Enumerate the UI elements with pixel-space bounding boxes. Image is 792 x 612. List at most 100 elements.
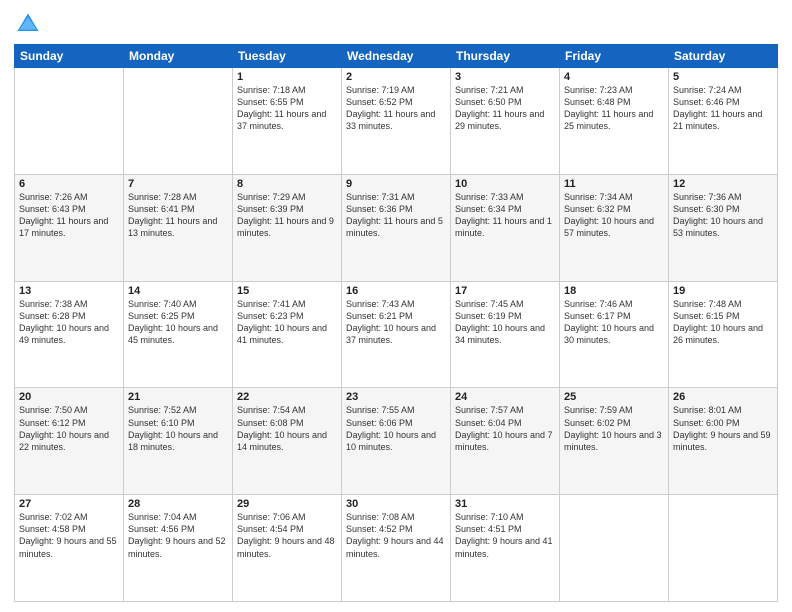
cell-info: Sunrise: 7:36 AMSunset: 6:30 PMDaylight:… <box>673 191 773 240</box>
calendar-cell: 21Sunrise: 7:52 AMSunset: 6:10 PMDayligh… <box>124 388 233 495</box>
day-number: 30 <box>346 498 446 510</box>
cell-info: Sunrise: 7:34 AMSunset: 6:32 PMDaylight:… <box>564 191 664 240</box>
day-number: 31 <box>455 498 555 510</box>
day-number: 5 <box>673 71 773 83</box>
calendar-cell: 11Sunrise: 7:34 AMSunset: 6:32 PMDayligh… <box>560 174 669 281</box>
day-number: 24 <box>455 391 555 403</box>
calendar-cell: 30Sunrise: 7:08 AMSunset: 4:52 PMDayligh… <box>342 495 451 602</box>
day-number: 6 <box>19 178 119 190</box>
header <box>14 10 778 38</box>
cell-info: Sunrise: 7:26 AMSunset: 6:43 PMDaylight:… <box>19 191 119 240</box>
cell-info: Sunrise: 7:33 AMSunset: 6:34 PMDaylight:… <box>455 191 555 240</box>
calendar-cell: 10Sunrise: 7:33 AMSunset: 6:34 PMDayligh… <box>451 174 560 281</box>
calendar-cell <box>15 68 124 175</box>
calendar-cell: 17Sunrise: 7:45 AMSunset: 6:19 PMDayligh… <box>451 281 560 388</box>
cell-info: Sunrise: 7:23 AMSunset: 6:48 PMDaylight:… <box>564 84 664 133</box>
day-number: 19 <box>673 285 773 297</box>
calendar-cell <box>669 495 778 602</box>
cell-info: Sunrise: 8:01 AMSunset: 6:00 PMDaylight:… <box>673 404 773 453</box>
cell-info: Sunrise: 7:43 AMSunset: 6:21 PMDaylight:… <box>346 298 446 347</box>
weekday-header-friday: Friday <box>560 45 669 68</box>
calendar-cell: 6Sunrise: 7:26 AMSunset: 6:43 PMDaylight… <box>15 174 124 281</box>
day-number: 27 <box>19 498 119 510</box>
cell-info: Sunrise: 7:40 AMSunset: 6:25 PMDaylight:… <box>128 298 228 347</box>
cell-info: Sunrise: 7:50 AMSunset: 6:12 PMDaylight:… <box>19 404 119 453</box>
calendar-cell: 25Sunrise: 7:59 AMSunset: 6:02 PMDayligh… <box>560 388 669 495</box>
cell-info: Sunrise: 7:10 AMSunset: 4:51 PMDaylight:… <box>455 511 555 560</box>
calendar-cell: 26Sunrise: 8:01 AMSunset: 6:00 PMDayligh… <box>669 388 778 495</box>
calendar-cell: 7Sunrise: 7:28 AMSunset: 6:41 PMDaylight… <box>124 174 233 281</box>
day-number: 2 <box>346 71 446 83</box>
calendar-cell: 1Sunrise: 7:18 AMSunset: 6:55 PMDaylight… <box>233 68 342 175</box>
weekday-header-tuesday: Tuesday <box>233 45 342 68</box>
day-number: 13 <box>19 285 119 297</box>
cell-info: Sunrise: 7:28 AMSunset: 6:41 PMDaylight:… <box>128 191 228 240</box>
day-number: 3 <box>455 71 555 83</box>
calendar-cell: 24Sunrise: 7:57 AMSunset: 6:04 PMDayligh… <box>451 388 560 495</box>
calendar-cell: 3Sunrise: 7:21 AMSunset: 6:50 PMDaylight… <box>451 68 560 175</box>
weekday-header-monday: Monday <box>124 45 233 68</box>
weekday-header-sunday: Sunday <box>15 45 124 68</box>
calendar-cell: 18Sunrise: 7:46 AMSunset: 6:17 PMDayligh… <box>560 281 669 388</box>
day-number: 28 <box>128 498 228 510</box>
cell-info: Sunrise: 7:54 AMSunset: 6:08 PMDaylight:… <box>237 404 337 453</box>
cell-info: Sunrise: 7:55 AMSunset: 6:06 PMDaylight:… <box>346 404 446 453</box>
day-number: 8 <box>237 178 337 190</box>
calendar-cell: 23Sunrise: 7:55 AMSunset: 6:06 PMDayligh… <box>342 388 451 495</box>
calendar-cell: 16Sunrise: 7:43 AMSunset: 6:21 PMDayligh… <box>342 281 451 388</box>
calendar-cell: 20Sunrise: 7:50 AMSunset: 6:12 PMDayligh… <box>15 388 124 495</box>
week-row-4: 20Sunrise: 7:50 AMSunset: 6:12 PMDayligh… <box>15 388 778 495</box>
weekday-header-row: SundayMondayTuesdayWednesdayThursdayFrid… <box>15 45 778 68</box>
day-number: 16 <box>346 285 446 297</box>
calendar-cell: 28Sunrise: 7:04 AMSunset: 4:56 PMDayligh… <box>124 495 233 602</box>
day-number: 10 <box>455 178 555 190</box>
cell-info: Sunrise: 7:19 AMSunset: 6:52 PMDaylight:… <box>346 84 446 133</box>
day-number: 15 <box>237 285 337 297</box>
cell-info: Sunrise: 7:04 AMSunset: 4:56 PMDaylight:… <box>128 511 228 560</box>
calendar-cell: 9Sunrise: 7:31 AMSunset: 6:36 PMDaylight… <box>342 174 451 281</box>
day-number: 20 <box>19 391 119 403</box>
cell-info: Sunrise: 7:31 AMSunset: 6:36 PMDaylight:… <box>346 191 446 240</box>
cell-info: Sunrise: 7:18 AMSunset: 6:55 PMDaylight:… <box>237 84 337 133</box>
logo <box>14 10 44 38</box>
day-number: 25 <box>564 391 664 403</box>
cell-info: Sunrise: 7:06 AMSunset: 4:54 PMDaylight:… <box>237 511 337 560</box>
day-number: 17 <box>455 285 555 297</box>
weekday-header-saturday: Saturday <box>669 45 778 68</box>
cell-info: Sunrise: 7:52 AMSunset: 6:10 PMDaylight:… <box>128 404 228 453</box>
calendar-cell <box>124 68 233 175</box>
cell-info: Sunrise: 7:02 AMSunset: 4:58 PMDaylight:… <box>19 511 119 560</box>
day-number: 9 <box>346 178 446 190</box>
cell-info: Sunrise: 7:08 AMSunset: 4:52 PMDaylight:… <box>346 511 446 560</box>
calendar-cell: 4Sunrise: 7:23 AMSunset: 6:48 PMDaylight… <box>560 68 669 175</box>
day-number: 26 <box>673 391 773 403</box>
day-number: 7 <box>128 178 228 190</box>
week-row-2: 6Sunrise: 7:26 AMSunset: 6:43 PMDaylight… <box>15 174 778 281</box>
cell-info: Sunrise: 7:24 AMSunset: 6:46 PMDaylight:… <box>673 84 773 133</box>
week-row-5: 27Sunrise: 7:02 AMSunset: 4:58 PMDayligh… <box>15 495 778 602</box>
cell-info: Sunrise: 7:45 AMSunset: 6:19 PMDaylight:… <box>455 298 555 347</box>
cell-info: Sunrise: 7:21 AMSunset: 6:50 PMDaylight:… <box>455 84 555 133</box>
cell-info: Sunrise: 7:29 AMSunset: 6:39 PMDaylight:… <box>237 191 337 240</box>
week-row-1: 1Sunrise: 7:18 AMSunset: 6:55 PMDaylight… <box>15 68 778 175</box>
calendar-cell: 2Sunrise: 7:19 AMSunset: 6:52 PMDaylight… <box>342 68 451 175</box>
calendar-cell: 12Sunrise: 7:36 AMSunset: 6:30 PMDayligh… <box>669 174 778 281</box>
week-row-3: 13Sunrise: 7:38 AMSunset: 6:28 PMDayligh… <box>15 281 778 388</box>
day-number: 1 <box>237 71 337 83</box>
day-number: 18 <box>564 285 664 297</box>
cell-info: Sunrise: 7:41 AMSunset: 6:23 PMDaylight:… <box>237 298 337 347</box>
day-number: 4 <box>564 71 664 83</box>
day-number: 12 <box>673 178 773 190</box>
calendar-cell: 5Sunrise: 7:24 AMSunset: 6:46 PMDaylight… <box>669 68 778 175</box>
cell-info: Sunrise: 7:46 AMSunset: 6:17 PMDaylight:… <box>564 298 664 347</box>
calendar-cell: 14Sunrise: 7:40 AMSunset: 6:25 PMDayligh… <box>124 281 233 388</box>
day-number: 22 <box>237 391 337 403</box>
weekday-header-thursday: Thursday <box>451 45 560 68</box>
day-number: 11 <box>564 178 664 190</box>
logo-icon <box>14 10 42 38</box>
cell-info: Sunrise: 7:57 AMSunset: 6:04 PMDaylight:… <box>455 404 555 453</box>
day-number: 23 <box>346 391 446 403</box>
calendar-cell: 31Sunrise: 7:10 AMSunset: 4:51 PMDayligh… <box>451 495 560 602</box>
calendar-cell: 15Sunrise: 7:41 AMSunset: 6:23 PMDayligh… <box>233 281 342 388</box>
calendar-cell: 13Sunrise: 7:38 AMSunset: 6:28 PMDayligh… <box>15 281 124 388</box>
